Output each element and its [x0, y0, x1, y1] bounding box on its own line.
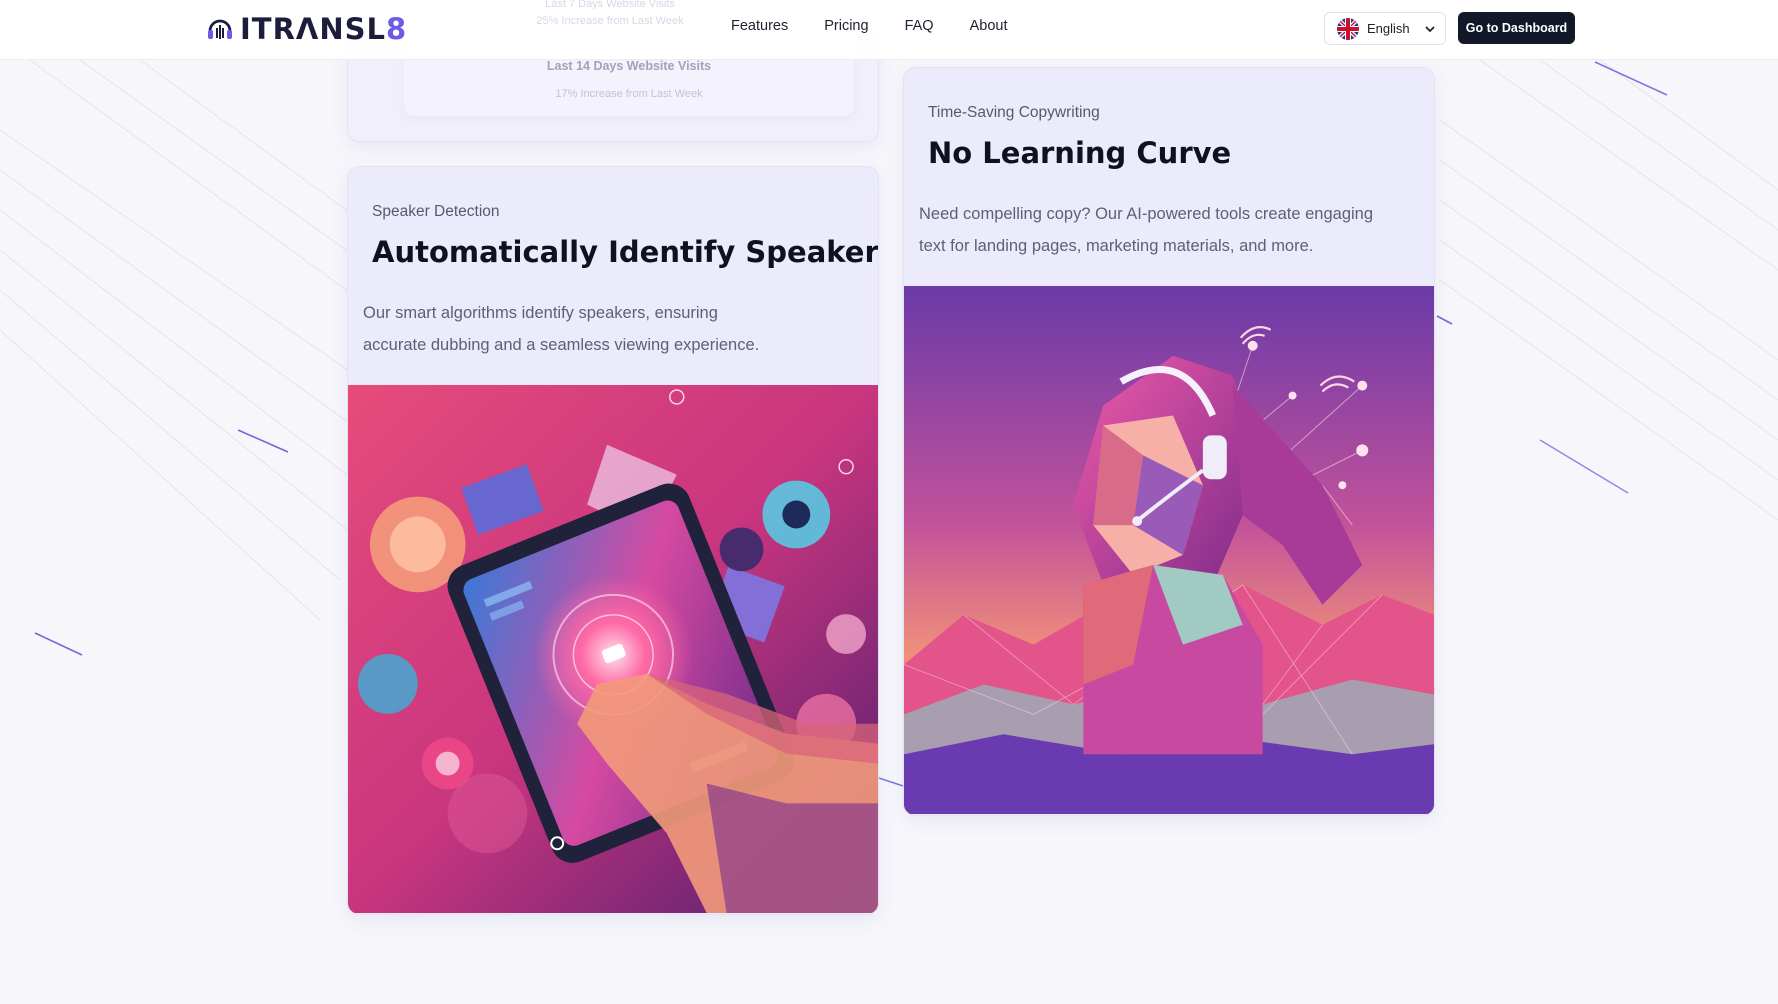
headphones-logo-icon: [208, 19, 232, 39]
chevron-down-icon: [1425, 25, 1435, 32]
feature-title: Automatically Identify Speakers: [372, 235, 879, 269]
logo-text: ITRΛNSL8: [240, 12, 407, 46]
feature-description-line: accurate dubbing and a seamless viewing …: [363, 336, 760, 354]
feature-description: Need compelling copy? Our AI-powered too…: [919, 198, 1373, 262]
nav-pricing[interactable]: Pricing: [824, 18, 868, 34]
logo-text-accent: 8: [386, 12, 408, 46]
feature-label: Time-Saving Copywriting: [928, 104, 1100, 121]
logo-text-part: NSL: [319, 12, 386, 46]
logo[interactable]: ITRΛNSL8: [206, 12, 407, 46]
main-nav: Features Pricing FAQ About: [731, 18, 1007, 34]
language-label: English: [1367, 21, 1410, 36]
feature-card-copywriting: Time-Saving Copywriting No Learning Curv…: [903, 67, 1435, 816]
uk-flag-icon: [1337, 17, 1359, 40]
stat-subtitle: 17% Increase from Last Week: [555, 88, 703, 100]
go-to-dashboard-button[interactable]: Go to Dashboard: [1458, 12, 1575, 44]
nav-about[interactable]: About: [970, 18, 1008, 34]
language-select[interactable]: English: [1324, 12, 1446, 45]
headset-woman-illustration: [904, 285, 1434, 815]
feature-description-line: Need compelling copy? Our AI-powered too…: [919, 205, 1374, 223]
logo-text-part: Λ: [295, 12, 320, 46]
nav-features[interactable]: Features: [731, 18, 788, 34]
feature-description-line: Our smart algorithms identify speakers, …: [363, 304, 718, 322]
feature-label: Speaker Detection: [372, 203, 500, 220]
background-decoration: [0, 59, 1778, 787]
feature-title: No Learning Curve: [928, 136, 1232, 170]
nav-faq[interactable]: FAQ: [905, 18, 934, 34]
logo-text-part: ITR: [240, 12, 296, 46]
stat-title: Last 14 Days Website Visits: [546, 59, 712, 73]
feature-description-line: text for landing pages, marketing materi…: [919, 237, 1314, 255]
tablet-hand-illustration: [348, 384, 878, 914]
feature-description: Our smart algorithms identify speakers, …: [363, 297, 759, 361]
feature-card-speaker-detection: Speaker Detection Automatically Identify…: [347, 166, 879, 915]
site-header: ITRΛNSL8 Features Pricing FAQ About Engl…: [0, 0, 1778, 60]
